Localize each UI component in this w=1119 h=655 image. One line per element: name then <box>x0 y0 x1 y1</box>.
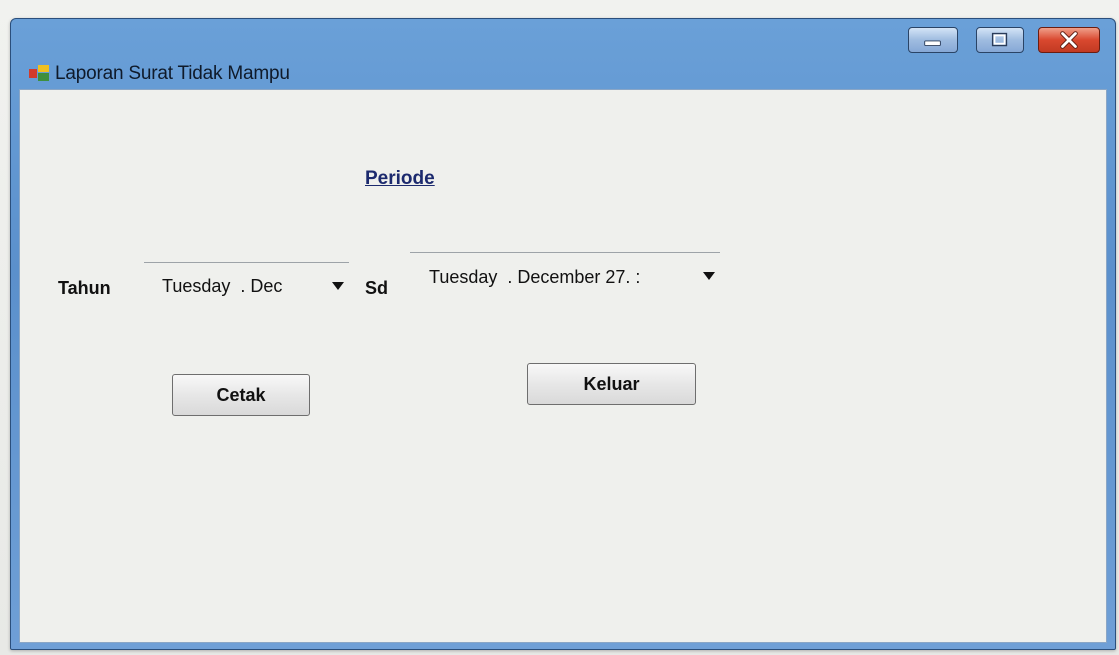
keluar-button[interactable]: Keluar <box>527 363 696 405</box>
chevron-down-icon[interactable] <box>703 272 715 280</box>
title-bar[interactable]: Laporan Surat Tidak Mampu <box>11 19 1115 89</box>
app-icon <box>29 65 49 81</box>
periode-label: Periode <box>365 168 435 189</box>
date-to-value: Tuesday . December 27. : <box>429 267 641 287</box>
maximize-icon <box>991 32 1008 47</box>
minimize-button[interactable] <box>908 27 958 53</box>
date-from-value: Tuesday . Dec <box>162 276 283 296</box>
cetak-button[interactable]: Cetak <box>172 374 310 416</box>
maximize-button[interactable] <box>976 27 1024 53</box>
close-icon <box>1060 31 1078 49</box>
main-window: Laporan Surat Tidak Mampu Periode Tahun … <box>10 18 1116 650</box>
date-to-picker[interactable]: Tuesday . December 27. : <box>410 252 720 294</box>
form-client-area: Periode Tahun Tuesday . Dec Sd Tuesday .… <box>19 89 1107 643</box>
date-from-picker[interactable]: Tuesday . Dec <box>144 262 349 304</box>
tahun-label: Tahun <box>58 278 111 298</box>
window-title: Laporan Surat Tidak Mampu <box>55 63 290 84</box>
minimize-icon <box>924 40 941 46</box>
close-button[interactable] <box>1038 27 1100 53</box>
sd-label: Sd <box>365 278 389 298</box>
chevron-down-icon[interactable] <box>332 282 344 290</box>
